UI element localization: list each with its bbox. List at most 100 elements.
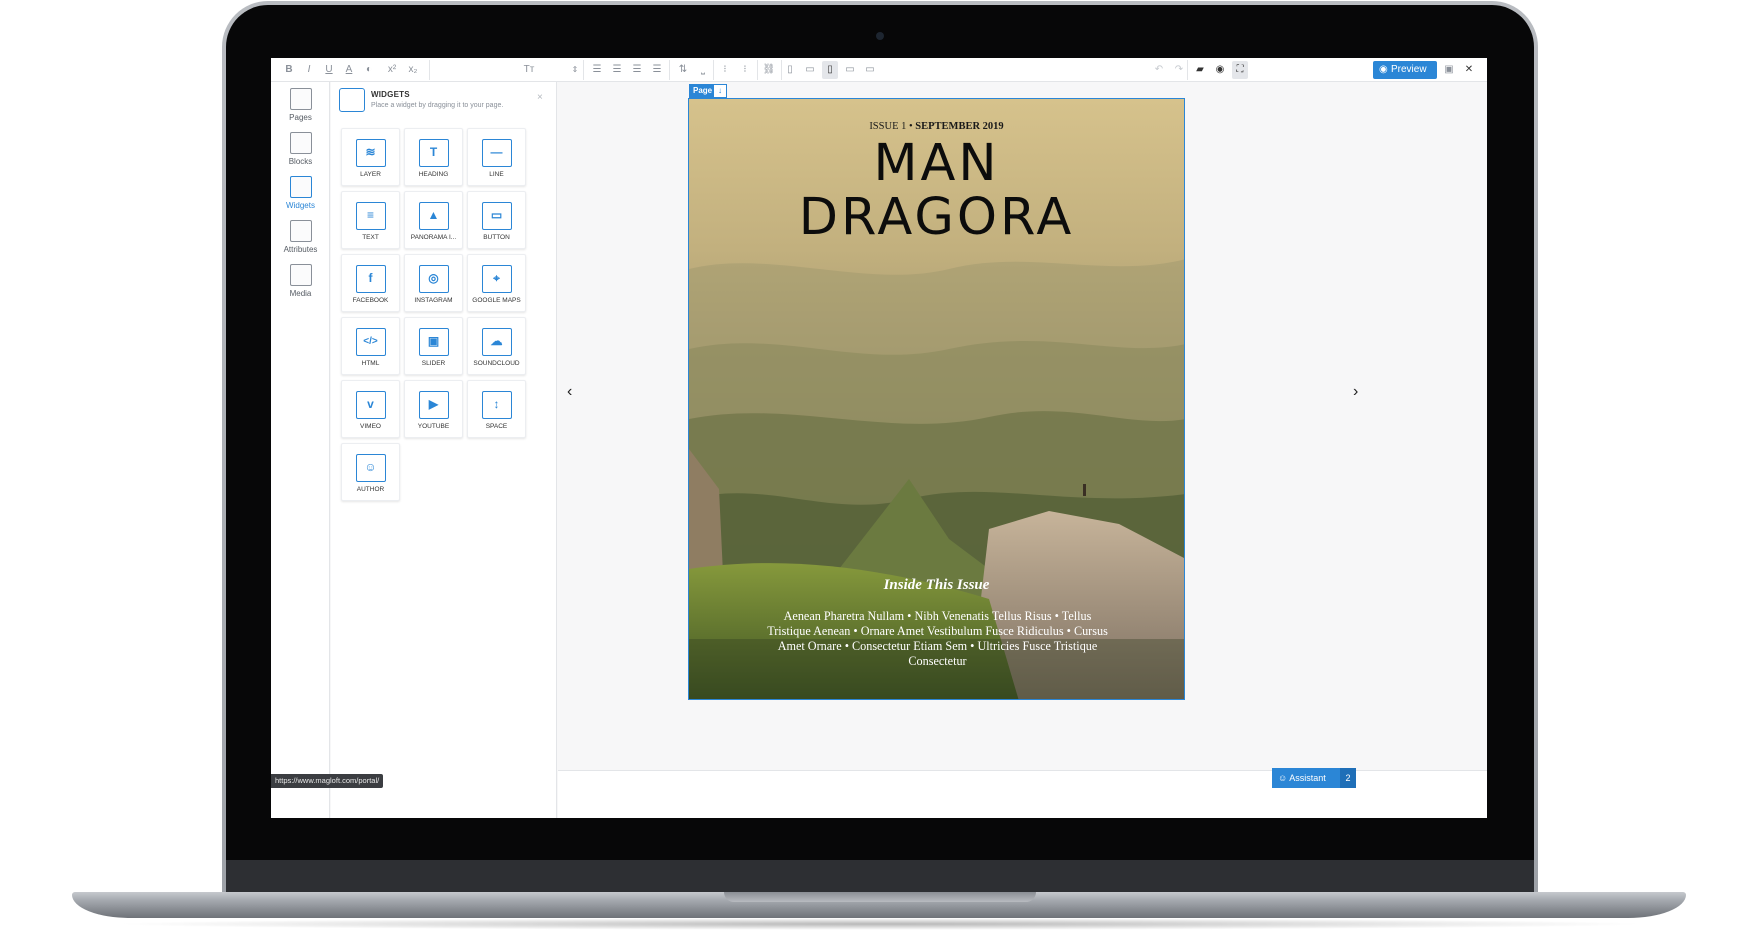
page-export-icon[interactable]: ↓: [713, 84, 727, 98]
panel-subtitle: Place a widget by dragging it to your pa…: [371, 102, 504, 109]
sidebar-item-blocks[interactable]: Blocks: [271, 126, 330, 172]
font-size-stepper[interactable]: ⇕: [567, 61, 583, 79]
phone-portrait-icon[interactable]: ▯: [782, 61, 798, 79]
panel-title: WIDGETS: [371, 90, 410, 99]
media-icon: [289, 264, 312, 286]
toolbar-divider: [669, 60, 670, 80]
line-icon: —: [481, 139, 512, 167]
superscript-button[interactable]: x²: [384, 61, 400, 79]
line-height-icon[interactable]: ⇅: [675, 61, 691, 79]
widget-line[interactable]: — LINE: [467, 128, 526, 186]
magazine-cover[interactable]: ISSUE 1 • SEPTEMBER 2019 MAN DRAGORA Ins…: [688, 98, 1185, 700]
widget-label: GOOGLE MAPS: [472, 297, 521, 304]
blocks-icon: [289, 132, 312, 154]
redo-icon[interactable]: ↷: [1171, 61, 1187, 79]
sidebar-item-media[interactable]: Media: [271, 258, 330, 304]
editor-canvas[interactable]: ‹ › Page ↓ ISSUE 1 • SEPTEMBER 2019 MAN …: [558, 82, 1487, 770]
widget-youtube[interactable]: ▶ YOUTUBE: [404, 380, 463, 438]
align-justify-icon[interactable]: ☰: [649, 61, 665, 79]
widget-label: SOUNDCLOUD: [473, 360, 520, 367]
cover-title: MAN DRAGORA: [689, 137, 1184, 245]
sidebar-item-widgets[interactable]: Widgets: [271, 170, 330, 216]
widget-text[interactable]: ≡ TEXT: [341, 191, 400, 249]
widget-slider[interactable]: ▣ SLIDER: [404, 317, 463, 375]
toolbar-divider: [583, 60, 584, 80]
facebook-icon: f: [355, 265, 386, 293]
underline-button[interactable]: U: [321, 61, 337, 79]
panorama-icon: ▲: [418, 202, 449, 230]
widget-label: AUTHOR: [356, 486, 385, 493]
instagram-icon: ◎: [418, 265, 449, 293]
widget-label: HTML: [361, 360, 380, 367]
undo-icon[interactable]: ↶: [1151, 61, 1167, 79]
attributes-icon: [289, 220, 312, 242]
font-size-icon[interactable]: Tт: [521, 61, 537, 79]
widget-soundcloud[interactable]: ☁ SOUNDCLOUD: [467, 317, 526, 375]
assistant-label: Assistant: [1289, 773, 1326, 783]
widget-google-maps[interactable]: ⌖ GOOGLE MAPS: [467, 254, 526, 312]
comment-icon[interactable]: ▰: [1192, 61, 1208, 79]
vimeo-icon: v: [355, 391, 386, 419]
bold-button[interactable]: B: [281, 61, 297, 79]
widget-button[interactable]: ▭ BUTTON: [467, 191, 526, 249]
issue-date: SEPTEMBER 2019: [915, 121, 1004, 132]
widget-label: SPACE: [485, 423, 508, 430]
phone-landscape-icon[interactable]: ▭: [802, 61, 818, 79]
sidebar-item-label: Pages: [289, 113, 312, 122]
panel-close-button[interactable]: ×: [537, 92, 543, 103]
widgets-panel: WIDGETS Place a widget by dragging it to…: [331, 82, 557, 818]
italic-button[interactable]: I: [301, 61, 317, 79]
eye-icon: ◉: [1379, 64, 1388, 75]
cover-title-line: MAN: [873, 134, 1000, 193]
link-icon[interactable]: ⛓: [761, 61, 777, 79]
widgets-icon: [289, 176, 312, 198]
sidebar-item-pages[interactable]: Pages: [271, 82, 330, 128]
slider-icon: ▣: [418, 328, 449, 356]
chevron-left-icon[interactable]: ‹: [567, 383, 572, 401]
widget-facebook[interactable]: f FACEBOOK: [341, 254, 400, 312]
toolbar-divider: [1187, 60, 1188, 80]
numbered-list-icon[interactable]: ⁝: [717, 61, 733, 79]
save-icon[interactable]: ▣: [1441, 61, 1457, 79]
button-icon: ▭: [481, 202, 512, 230]
soundcloud-icon: ☁: [481, 328, 512, 356]
youtube-icon: ▶: [418, 391, 449, 419]
highlight-button[interactable]: ◐: [361, 61, 377, 79]
assistant-count-badge[interactable]: 2: [1340, 768, 1356, 788]
widget-vimeo[interactable]: v VIMEO: [341, 380, 400, 438]
bullet-list-icon[interactable]: ⁝: [737, 61, 753, 79]
space-icon: ↕: [481, 391, 512, 419]
tablet-landscape-icon[interactable]: ▭: [842, 61, 858, 79]
widgets-icon: [339, 88, 365, 112]
desktop-icon[interactable]: ▭: [862, 61, 878, 79]
heading-icon: T: [418, 139, 449, 167]
assistant-button[interactable]: ☺ Assistant: [1272, 768, 1340, 788]
widget-html[interactable]: </> HTML: [341, 317, 400, 375]
subscript-button[interactable]: x₂: [405, 61, 421, 79]
chevron-right-icon[interactable]: ›: [1353, 383, 1358, 401]
visibility-icon[interactable]: ◉: [1212, 61, 1228, 79]
align-center-icon[interactable]: ☰: [609, 61, 625, 79]
widget-label: TEXT: [362, 234, 379, 241]
widget-layer[interactable]: ≋ LAYER: [341, 128, 400, 186]
widget-space[interactable]: ↕ SPACE: [467, 380, 526, 438]
widget-label: HEADING: [418, 171, 449, 178]
author-icon: ☺: [355, 454, 386, 482]
widget-heading[interactable]: T HEADING: [404, 128, 463, 186]
preview-button[interactable]: ◉ Preview: [1373, 61, 1437, 79]
widget-label: PANORAMA I...: [410, 234, 457, 241]
issue-number: ISSUE 1 •: [869, 121, 916, 132]
text-color-button[interactable]: A: [341, 61, 357, 79]
indent-icon[interactable]: ⎵: [695, 61, 711, 79]
widget-panorama[interactable]: ▲ PANORAMA I...: [404, 191, 463, 249]
pages-icon: [289, 88, 312, 110]
sidebar-item-attributes[interactable]: Attributes: [271, 214, 330, 260]
tablet-portrait-icon[interactable]: ▯: [822, 61, 838, 79]
widget-instagram[interactable]: ◎ INSTAGRAM: [404, 254, 463, 312]
sidebar-item-label: Widgets: [286, 201, 315, 210]
fullscreen-icon[interactable]: ⛶: [1232, 61, 1248, 79]
align-left-icon[interactable]: ☰: [589, 61, 605, 79]
close-icon[interactable]: ✕: [1461, 61, 1477, 79]
widget-author[interactable]: ☺ AUTHOR: [341, 443, 400, 501]
align-right-icon[interactable]: ☰: [629, 61, 645, 79]
